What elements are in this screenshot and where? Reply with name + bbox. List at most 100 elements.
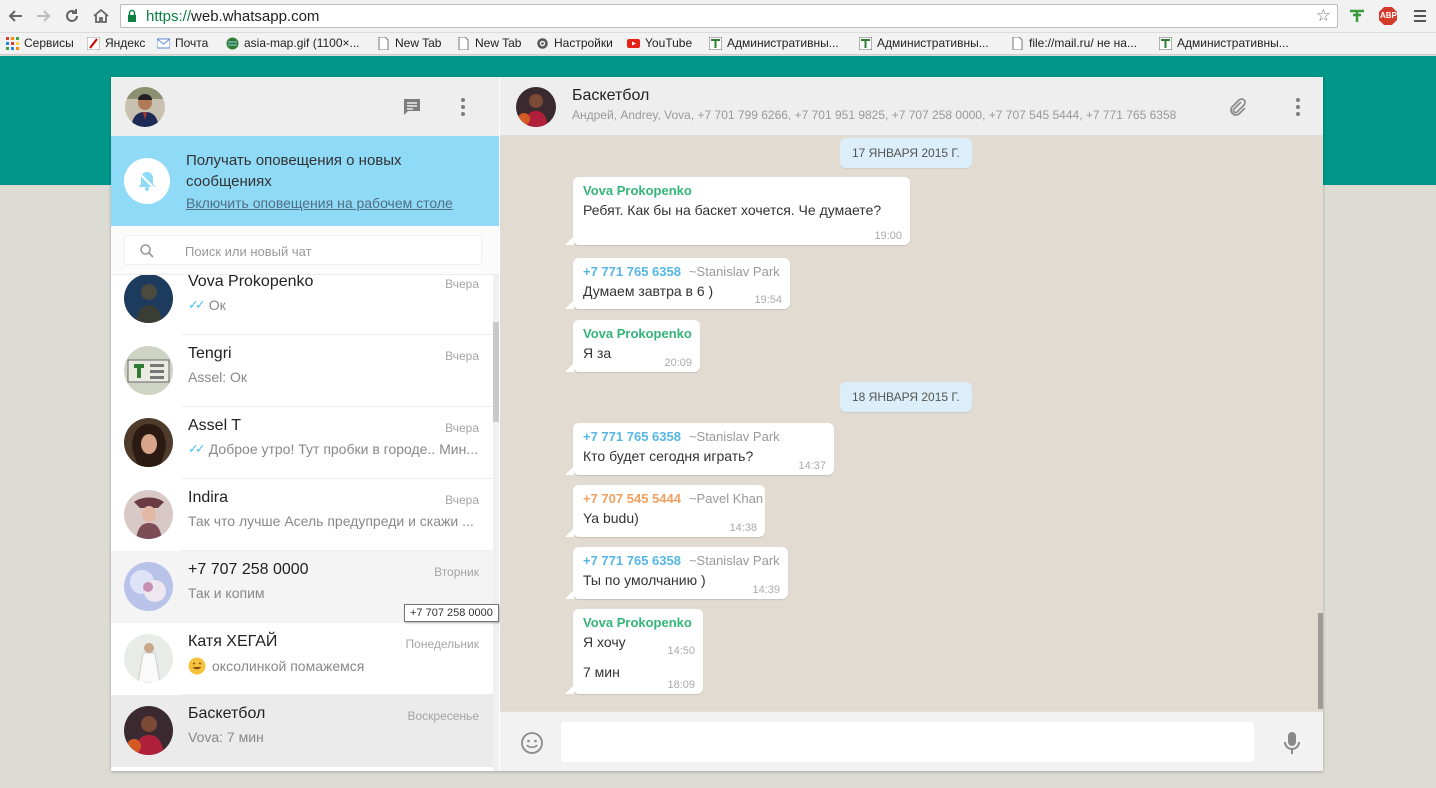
- smile-emoji-icon: [188, 657, 206, 675]
- mail-icon: [157, 38, 170, 48]
- bubble-tail: [565, 590, 574, 599]
- chat-name: Баскетбол: [188, 705, 266, 722]
- enable-notifications-link[interactable]: Включить оповещения на рабочем столе: [186, 195, 453, 211]
- message-sender: Vova Prokopenko: [583, 183, 692, 198]
- adblock-label: ABP: [1380, 11, 1397, 20]
- menu-dots-icon[interactable]: [1287, 96, 1309, 118]
- notification-title: Получать оповещения о новых сообщениях: [186, 152, 402, 190]
- chat-preview-text: оксолинкой помажемся: [212, 658, 365, 674]
- menu-dots-icon[interactable]: [452, 96, 474, 118]
- reload-icon[interactable]: [62, 6, 82, 26]
- my-avatar[interactable]: [125, 87, 165, 127]
- message-bubble[interactable]: +7 771 765 6358 ~Stanislav Park Кто будет…: [565, 423, 834, 475]
- search-icon[interactable]: [139, 243, 155, 259]
- chat-row-indira[interactable]: Indira Вчера Так что лучше Асель предупр…: [111, 479, 493, 551]
- notification-banner: Получать оповещения о новых сообщениях В…: [111, 136, 499, 226]
- apps-grid-icon: [6, 36, 19, 50]
- microphone-icon[interactable]: [1280, 730, 1304, 756]
- notification-circle: [124, 158, 170, 204]
- chat-time: Вчера: [445, 421, 479, 435]
- conversation-panel: Баскетбол Андрей, Andrey, Vova, +7 701 7…: [500, 77, 1323, 771]
- double-check-icon: ✓✓: [188, 441, 206, 456]
- chat-time: Вчера: [445, 277, 479, 291]
- message-bubble[interactable]: +7 771 765 6358 ~Stanislav Park Ты по умо…: [565, 547, 788, 599]
- bookmark-label: Почта: [175, 36, 209, 50]
- chat-list-scroll-thumb[interactable]: [493, 322, 499, 422]
- chat-row-vova[interactable]: Vova Prokopenko Вчера ✓✓ Ок: [111, 275, 493, 335]
- chat-preview: Vova: 7 мин: [188, 729, 480, 745]
- adblock-icon[interactable]: ABP: [1378, 6, 1398, 26]
- bookmark-mail[interactable]: Почта: [157, 36, 208, 50]
- extension-icon[interactable]: [1347, 6, 1367, 26]
- chat-preview-text: Vova: 7 мин: [188, 729, 264, 745]
- chat-preview-text: Так и копим: [188, 585, 265, 601]
- group-avatar[interactable]: [516, 87, 556, 127]
- bookmark-new-tab-2[interactable]: New Tab: [457, 36, 521, 50]
- bookmark-new-tab-1[interactable]: New Tab: [377, 36, 441, 50]
- emoji-icon[interactable]: [520, 731, 544, 755]
- chat-name: Indira: [188, 489, 229, 506]
- chat-preview-text: Ок: [208, 297, 226, 313]
- search-bar: [111, 226, 499, 275]
- bookmark-label: Сервисы: [24, 36, 74, 50]
- conversation-title[interactable]: Баскетбол: [572, 87, 649, 105]
- back-arrow-icon[interactable]: [6, 6, 26, 26]
- bookmark-settings[interactable]: Настройки: [536, 36, 613, 50]
- site-icon: [709, 36, 722, 50]
- search-input[interactable]: [185, 241, 465, 261]
- bookmark-label: New Tab: [475, 36, 522, 50]
- message-bubble[interactable]: Vova Prokopenko Я хочу 14:50 7 мин 18:09: [565, 609, 703, 694]
- message-bubble[interactable]: Vova Prokopenko Я за 20:09: [565, 320, 700, 372]
- message-scroll-thumb[interactable]: [1318, 613, 1323, 709]
- message-bubble[interactable]: Vova Prokopenko Ребят. Как бы на баскет …: [565, 177, 910, 245]
- bookmark-youtube[interactable]: YouTube: [627, 36, 692, 50]
- sender-phone: +7 771 765 6358: [583, 429, 681, 444]
- bubble-tail: [565, 466, 574, 475]
- bookmark-label: Административны...: [727, 36, 839, 50]
- bookmark-asia-map[interactable]: asia-map.gif (1100×...: [226, 36, 360, 50]
- sender-name: ~Stanislav Park: [688, 429, 780, 444]
- bubble-tail: [565, 528, 574, 537]
- message-time: 19:00: [874, 230, 902, 242]
- chat-row-assel[interactable]: Assel T Вчера ✓✓ Доброе утро! Тут пробки …: [111, 407, 493, 479]
- sender-name: ~Pavel Khan: [688, 491, 764, 506]
- address-bar[interactable]: https://web.whatsapp.com ☆: [120, 4, 1338, 28]
- menu-icon[interactable]: [1410, 6, 1430, 26]
- home-icon[interactable]: [91, 6, 111, 26]
- url-text: https://web.whatsapp.com: [146, 8, 319, 25]
- message-time: 20:09: [664, 357, 692, 369]
- message-bubble[interactable]: +7 707 545 5444 ~Pavel Khan Ya budu) 14:3…: [565, 485, 765, 537]
- message-bubble[interactable]: +7 771 765 6358 ~Stanislav Park Думаем за…: [565, 258, 790, 309]
- bubble-tail: [565, 300, 574, 309]
- chat-row-basketball[interactable]: Баскетбол Воскресенье Vova: 7 мин: [111, 695, 493, 767]
- attach-icon[interactable]: [1226, 96, 1248, 118]
- chat-time: Понедельник: [405, 637, 479, 651]
- bookmark-admin-1[interactable]: Административны...: [709, 36, 839, 50]
- new-chat-icon[interactable]: [401, 96, 423, 118]
- youtube-icon: [627, 38, 640, 48]
- chat-row-katya[interactable]: Катя ХЕГАЙ Понедельник оксолинкой помаже…: [111, 623, 493, 695]
- avatar: [124, 706, 173, 755]
- message-text: Думаем завтра в 6 ): [583, 283, 714, 299]
- bookmark-services[interactable]: Сервисы: [6, 36, 74, 50]
- lock-icon: [128, 9, 136, 22]
- bookmark-yandex[interactable]: Яндекс: [87, 36, 145, 50]
- bookmark-star-icon[interactable]: ☆: [1316, 6, 1331, 26]
- message-input[interactable]: [561, 722, 1254, 762]
- sidebar-header: [111, 77, 499, 136]
- search-box: [124, 235, 482, 265]
- message-text: Кто будет сегодня играть?: [583, 448, 754, 464]
- chat-preview: Так что лучше Асель предупреди и скажи .…: [188, 513, 480, 529]
- forward-arrow-icon[interactable]: [33, 6, 53, 26]
- globe-icon: [226, 37, 239, 49]
- chat-time: Вторник: [434, 565, 479, 579]
- chat-row-tengri[interactable]: Tengri Вчера Assel: Ок: [111, 335, 493, 407]
- chat-time: Воскресенье: [407, 709, 479, 723]
- bookmark-admin-3[interactable]: Административны...: [1159, 36, 1289, 50]
- message-time: 14:38: [729, 522, 757, 534]
- bookmark-admin-2[interactable]: Административны...: [859, 36, 989, 50]
- message-time: 14:37: [798, 460, 826, 472]
- bookmark-file-mail[interactable]: file://mail.ru/ не на...: [1011, 36, 1137, 50]
- bubble-tail: [565, 685, 574, 694]
- chat-preview: оксолинкой помажемся: [188, 657, 480, 675]
